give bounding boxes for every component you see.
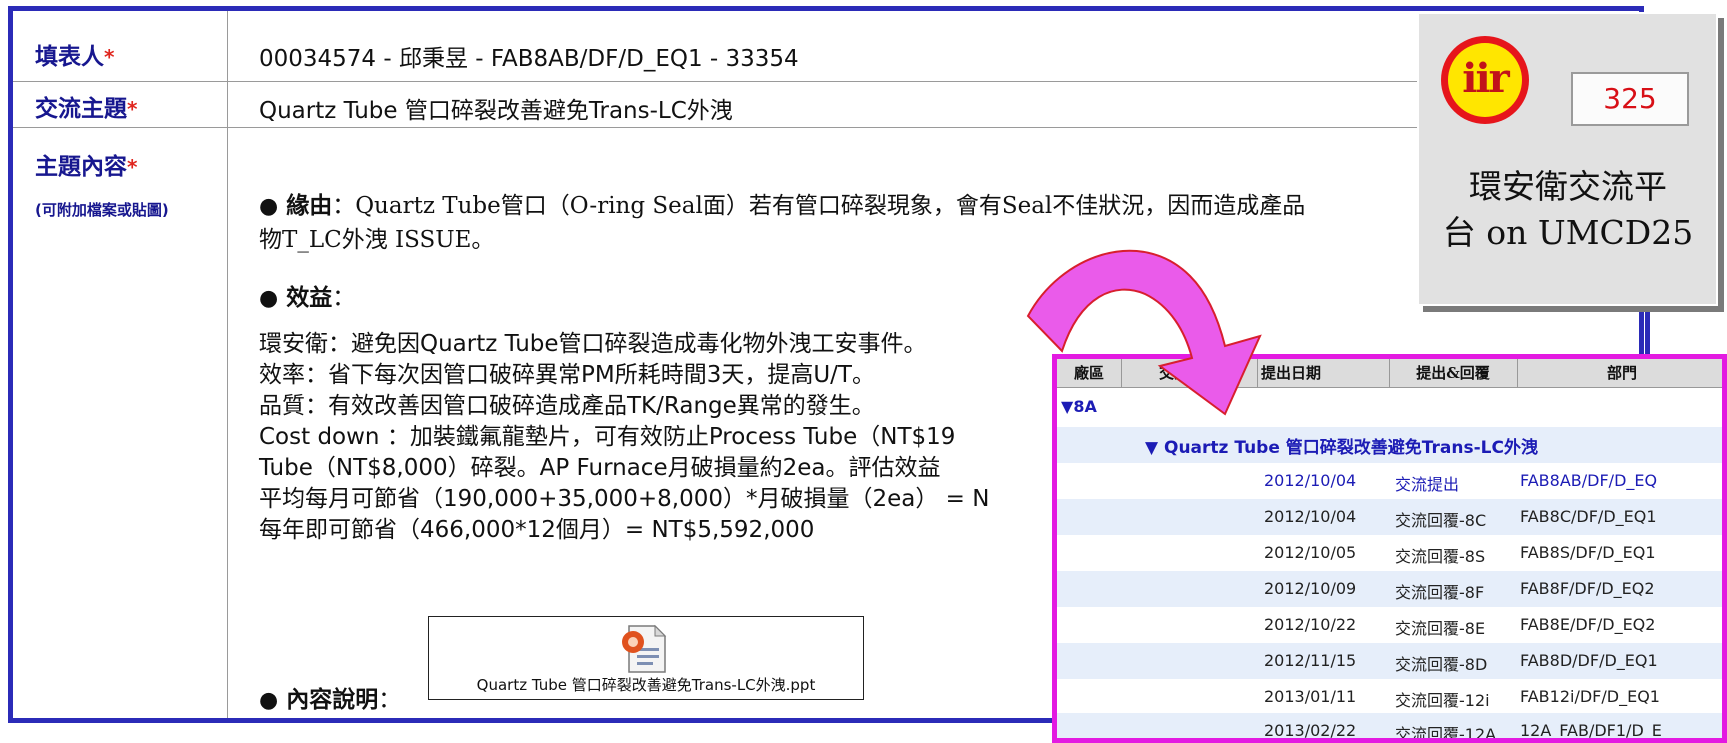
- benefit-line: Tube（NT$8,000）碎裂。AP Furnace月破損量約2ea。評估效益: [259, 455, 941, 481]
- attachment-filename: Quartz Tube 管口碎裂改善避免Trans-LC外洩.ppt: [476, 676, 816, 694]
- table-row[interactable]: 2013/01/11 交流回覆-12i FAB12i/DF/D_EQ1: [1057, 679, 1722, 715]
- row-type[interactable]: 交流回覆-8E: [1395, 615, 1485, 639]
- description-heading-row: ● 內容說明：: [259, 685, 401, 716]
- header-type[interactable]: 提出&回覆: [1389, 362, 1517, 383]
- required-mark: *: [127, 97, 138, 121]
- row-date: 2012/10/22: [1264, 615, 1357, 634]
- row-dept: FAB8S/DF/D_EQ1: [1520, 543, 1656, 562]
- row-dept: 12A_FAB/DF1/D_E: [1520, 721, 1662, 740]
- frame-edge: [1645, 300, 1650, 360]
- visit-counter: 325: [1571, 72, 1689, 126]
- content-hint: (可附加檔案或貼圖): [35, 201, 169, 219]
- counter-widget: iir 325 環安衛交流平台 on UMCD25: [1417, 12, 1718, 306]
- topic-title: Quartz Tube 管口碎裂改善避免Trans-LC外洩: [1164, 438, 1538, 458]
- row-type[interactable]: 交流回覆-8D: [1395, 651, 1487, 675]
- benefit-line: 每年即可節省（466,000*12個月）= NT$5,592,000: [259, 517, 815, 543]
- row-date: 2012/11/15: [1264, 651, 1357, 670]
- row-divider: [13, 81, 1639, 82]
- row-type[interactable]: 交流回覆-12i: [1395, 687, 1490, 711]
- header-dept[interactable]: 部門: [1517, 362, 1722, 383]
- filler-label: 填表人*: [35, 44, 115, 70]
- row-dept: FAB8D/DF/D_EQ1: [1520, 651, 1658, 670]
- table-row[interactable]: 2013/02/22 交流回覆-12A 12A_FAB/DF1/D_E: [1057, 713, 1722, 740]
- row-date: 2013/02/22: [1264, 721, 1357, 740]
- reason-line2: 物T_LC外洩 ISSUE。: [259, 227, 495, 253]
- topic-label: 交流主題*: [35, 96, 138, 122]
- benefit-line: 環安衛：避免因Quartz Tube管口碎裂造成毒化物外洩工安事件。: [259, 331, 927, 357]
- row-type[interactable]: 交流回覆-8F: [1395, 579, 1484, 603]
- reason-line1: Quartz Tube管口（O-ring Seal面）若有管口碎裂現象，會有Se…: [355, 193, 1306, 219]
- platform-title-line: 台 on UMCD25: [1442, 213, 1694, 252]
- required-mark: *: [104, 45, 115, 69]
- triangle-down-icon: ▼: [1145, 438, 1159, 458]
- benefit-heading: 效益: [286, 285, 333, 311]
- benefit-line: 平均每月可節省（190,000+35,000+8,000）*月破損量（2ea） …: [259, 486, 990, 512]
- row-dept: FAB12i/DF/D_EQ1: [1520, 687, 1660, 706]
- attachment-file[interactable]: Quartz Tube 管口碎裂改善避免Trans-LC外洩.ppt: [428, 616, 864, 700]
- table-row[interactable]: 2012/10/04 交流提出 FAB8AB/DF/D_EQ: [1057, 463, 1722, 499]
- iir-logo-icon: iir: [1441, 36, 1529, 124]
- reason-paragraph: ● 緣由：Quartz Tube管口（O-ring Seal面）若有管口碎裂現象，…: [259, 191, 1305, 222]
- row-date: 2012/10/09: [1264, 579, 1357, 598]
- bullet: ●: [259, 194, 279, 219]
- row-dept: FAB8C/DF/D_EQ1: [1520, 507, 1657, 526]
- curved-arrow-icon: [1026, 249, 1262, 416]
- colon: ：: [378, 687, 402, 713]
- filler-value: 00034574 - 邱秉昱 - FAB8AB/DF/D_EQ1 - 33354: [259, 46, 799, 72]
- colon: ：: [332, 193, 356, 219]
- required-mark: *: [127, 155, 138, 179]
- column-divider: [227, 11, 228, 718]
- bullet: ●: [259, 688, 279, 713]
- colon: ：: [332, 285, 356, 311]
- description-heading: 內容說明: [286, 687, 379, 713]
- table-row[interactable]: 2012/10/05 交流回覆-8S FAB8S/DF/D_EQ1: [1057, 535, 1722, 571]
- row-type[interactable]: 交流回覆-12A: [1395, 721, 1496, 738]
- table-row[interactable]: 2012/10/09 交流回覆-8F FAB8F/DF/D_EQ2: [1057, 571, 1722, 607]
- benefit-line: 效率：省下每次因管口破碎異常PM所耗時間3天，提高U/T。: [259, 362, 875, 388]
- topic-value: Quartz Tube 管口碎裂改善避免Trans-LC外洩: [259, 98, 733, 124]
- benefit-heading-row: ● 效益：: [259, 283, 355, 314]
- powerpoint-file-icon: [622, 624, 667, 673]
- reason-heading: 緣由: [286, 193, 333, 219]
- row-dept: FAB8E/DF/D_EQ2: [1520, 615, 1656, 634]
- table-row[interactable]: 2012/10/04 交流回覆-8C FAB8C/DF/D_EQ1: [1057, 499, 1722, 535]
- row-dept: FAB8F/DF/D_EQ2: [1520, 579, 1655, 598]
- row-dept: FAB8AB/DF/D_EQ: [1520, 471, 1658, 490]
- row-type[interactable]: 交流回覆-8C: [1395, 507, 1486, 531]
- row-date: 2012/10/04: [1264, 507, 1357, 526]
- table-row[interactable]: 2012/11/15 交流回覆-8D FAB8D/DF/D_EQ1: [1057, 643, 1722, 679]
- platform-title: 環安衛交流平台 on UMCD25: [1437, 164, 1699, 256]
- row-date: 2013/01/11: [1264, 687, 1357, 706]
- row-type[interactable]: 交流提出: [1395, 471, 1459, 495]
- benefit-line: 品質：有效改善因管口破碎造成產品TK/Range異常的發生。: [259, 393, 875, 419]
- bullet: ●: [259, 286, 279, 311]
- benefit-line: Cost down ：加裝鐵氟龍墊片，可有效防止Process Tube（NT$…: [259, 424, 956, 450]
- row-type[interactable]: 交流回覆-8S: [1395, 543, 1485, 567]
- row-divider: [13, 127, 1639, 128]
- row-date: 2012/10/05: [1264, 543, 1357, 562]
- content-label: 主題內容*: [35, 154, 138, 180]
- table-row[interactable]: 2012/10/22 交流回覆-8E FAB8E/DF/D_EQ2: [1057, 607, 1722, 643]
- topic-row[interactable]: ▼ Quartz Tube 管口碎裂改善避免Trans-LC外洩: [1145, 433, 1538, 458]
- logo-text: iir: [1448, 43, 1522, 117]
- row-date: 2012/10/04: [1264, 471, 1357, 490]
- platform-title-line: 環安衛交流平: [1469, 167, 1667, 206]
